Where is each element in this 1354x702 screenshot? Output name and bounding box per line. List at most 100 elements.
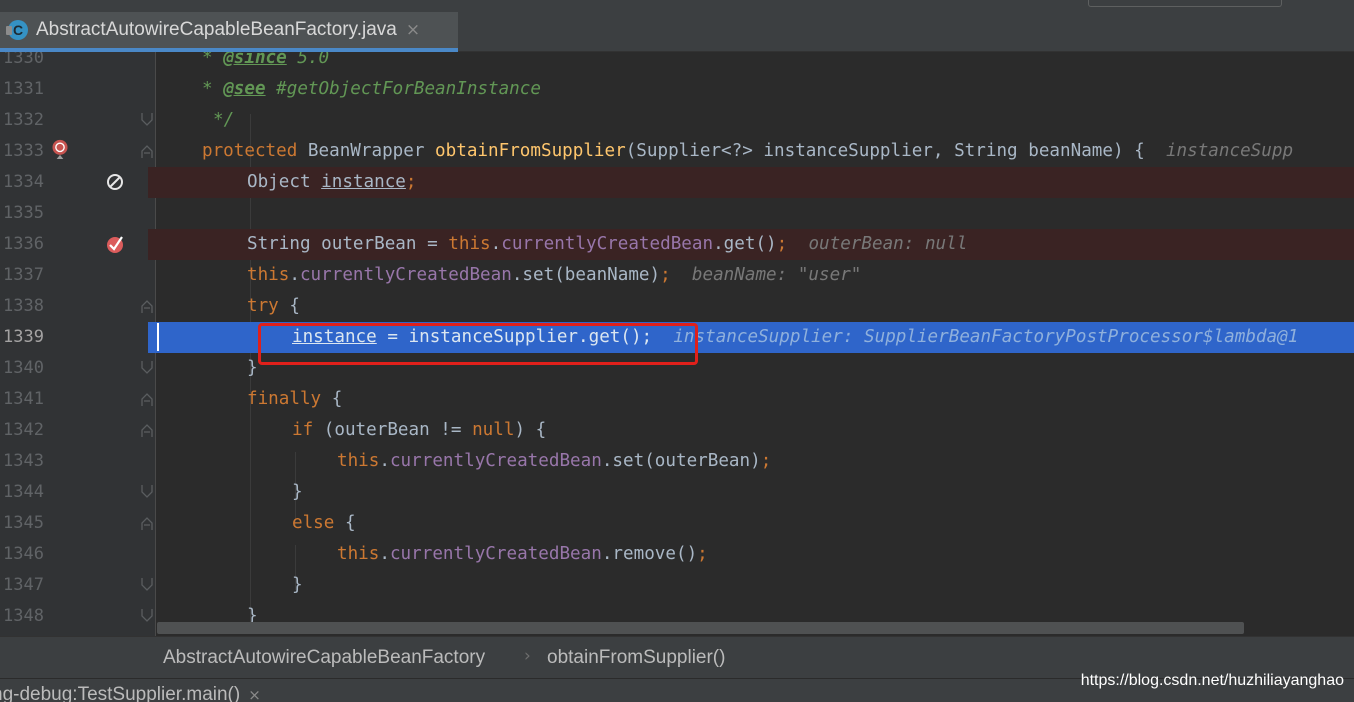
- line-number: 1336: [3, 234, 44, 254]
- field-name: currentlyCreatedBean: [501, 234, 714, 254]
- comment-text: 5.0: [286, 52, 330, 68]
- line-number: 1340: [3, 358, 44, 378]
- line-number: 1334: [3, 172, 44, 192]
- code-line-1341[interactable]: 1341 finally {: [0, 384, 1354, 415]
- semicolon: ;: [776, 234, 788, 254]
- line-number: 1341: [3, 389, 44, 409]
- code-line-1336[interactable]: 1336 String outerBean = this.currentlyCr…: [0, 229, 1354, 260]
- comment-text: */: [213, 110, 235, 130]
- code-line-1331[interactable]: 1331 * @see #getObjectForBeanInstance: [0, 74, 1354, 105]
- keyword: if: [292, 420, 314, 440]
- text-caret: [157, 323, 159, 351]
- code-line-1333[interactable]: 1333 protected BeanWrapper obtainFromSup…: [0, 136, 1354, 167]
- keyword: try: [247, 296, 279, 316]
- fold-start-icon[interactable]: [140, 143, 154, 159]
- code-token: .set(beanName): [511, 265, 661, 285]
- code-text: this.currentlyCreatedBean.remove();: [337, 539, 708, 570]
- code-text: * @see #getObjectForBeanInstance: [202, 74, 541, 105]
- keyword: this: [247, 265, 290, 285]
- code-token: {: [278, 296, 300, 316]
- fold-start-icon[interactable]: [140, 391, 154, 407]
- code-text: * @since 5.0: [202, 52, 329, 74]
- inline-debug-hint: outerBean: null: [808, 234, 968, 254]
- code-token: Object: [247, 172, 322, 192]
- code-text: protected BeanWrapper obtainFromSupplier…: [202, 136, 1293, 167]
- breadcrumb-method[interactable]: obtainFromSupplier(): [547, 647, 725, 669]
- code-line-1334[interactable]: 1334 Object instance;: [0, 167, 1354, 198]
- disabled-breakpoint-icon[interactable]: [105, 172, 125, 192]
- tab-close-icon[interactable]: ×: [406, 20, 420, 40]
- comment-text: #getObjectForBeanInstance: [265, 79, 541, 99]
- fold-end-icon[interactable]: [140, 112, 154, 128]
- code-line-1345[interactable]: 1345 else {: [0, 508, 1354, 539]
- code-text: }: [247, 353, 258, 384]
- inline-debug-hint: instanceSupplier: SupplierBeanFactoryPos…: [673, 327, 1299, 347]
- code-line-1332[interactable]: 1332 */: [0, 105, 1354, 136]
- inline-debug-hint: beanName: "user": [691, 265, 862, 285]
- code-line-1344[interactable]: 1344 }: [0, 477, 1354, 508]
- line-number: 1343: [3, 451, 44, 471]
- code-token: .: [490, 234, 502, 254]
- code-line-1335[interactable]: 1335: [0, 198, 1354, 229]
- comment-text: *: [202, 52, 224, 68]
- code-line-1343[interactable]: 1343 this.currentlyCreatedBean.set(outer…: [0, 446, 1354, 477]
- debug-session-tab[interactable]: ng-debug:TestSupplier.main() ×: [0, 684, 261, 702]
- fold-end-icon[interactable]: [140, 608, 154, 624]
- line-number: 1345: [3, 513, 44, 533]
- debug-session-label: ng-debug:TestSupplier.main(): [0, 684, 241, 702]
- code-text: Object instance;: [247, 167, 417, 198]
- code-editor[interactable]: 1330 * @since 5.0 1331 * @see #getObject…: [0, 52, 1354, 636]
- code-token: (outerBean !=: [313, 420, 473, 440]
- line-number: 1331: [3, 79, 44, 99]
- code-line-1338[interactable]: 1338 try {: [0, 291, 1354, 322]
- field-name: currentlyCreatedBean: [389, 451, 602, 471]
- fold-start-icon[interactable]: [140, 515, 154, 531]
- fold-end-icon[interactable]: [140, 360, 154, 376]
- code-line-1342[interactable]: 1342 if (outerBean != null) {: [0, 415, 1354, 446]
- line-number: 1337: [3, 265, 44, 285]
- breadcrumb-separator-icon: ›: [524, 646, 531, 666]
- annotation-highlight-box: [258, 323, 698, 365]
- inline-debug-hint: instanceSupp: [1165, 141, 1294, 161]
- code-token: (Supplier<?> instanceSupplier, String be…: [625, 141, 1145, 161]
- keyword: else: [292, 513, 335, 533]
- editor-tab-bar: C AbstractAutowireCapableBeanFactory.jav…: [0, 0, 1354, 52]
- code-text: else {: [292, 508, 356, 539]
- toolbar-search-box[interactable]: [1088, 0, 1282, 7]
- breakpoint-verified-icon[interactable]: [105, 234, 125, 254]
- code-line-1346[interactable]: 1346 this.currentlyCreatedBean.remove();: [0, 539, 1354, 570]
- tab-abstract-autowire-capable-bean-factory[interactable]: C AbstractAutowireCapableBeanFactory.jav…: [0, 12, 458, 52]
- line-number: 1348: [3, 606, 44, 626]
- code-line-1337[interactable]: 1337 this.currentlyCreatedBean.set(beanN…: [0, 260, 1354, 291]
- code-line-1347[interactable]: 1347 }: [0, 570, 1354, 601]
- code-line-1330[interactable]: 1330 * @since 5.0: [0, 52, 1354, 74]
- field-name: currentlyCreatedBean: [299, 265, 512, 285]
- code-text: finally {: [247, 384, 342, 415]
- comment-text: *: [202, 79, 224, 99]
- code-token: .: [379, 544, 390, 564]
- code-token: }: [292, 575, 303, 595]
- method-breakpoint-icon[interactable]: [50, 139, 70, 159]
- debug-tab-close-icon[interactable]: ×: [248, 686, 261, 702]
- fold-end-icon[interactable]: [140, 577, 154, 593]
- line-number: 1333: [3, 141, 44, 161]
- fold-end-icon[interactable]: [140, 484, 154, 500]
- code-token: BeanWrapper: [297, 141, 436, 161]
- java-class-icon: C: [6, 20, 28, 40]
- code-token: }: [247, 358, 258, 378]
- code-text: if (outerBean != null) {: [292, 415, 546, 446]
- horizontal-scrollbar[interactable]: [157, 622, 1244, 634]
- semicolon: ;: [405, 172, 417, 192]
- fold-start-icon[interactable]: [140, 298, 154, 314]
- line-number: 1330: [3, 52, 44, 68]
- fold-start-icon[interactable]: [140, 422, 154, 438]
- breadcrumb-class[interactable]: AbstractAutowireCapableBeanFactory: [163, 647, 485, 669]
- code-token: .: [379, 451, 390, 471]
- line-number: 1344: [3, 482, 44, 502]
- field-name: currentlyCreatedBean: [389, 544, 602, 564]
- line-number: 1339: [3, 327, 44, 347]
- method-name: obtainFromSupplier: [435, 141, 626, 161]
- semicolon: ;: [760, 451, 772, 471]
- code-token: .set(outerBean): [601, 451, 761, 471]
- code-text: this.currentlyCreatedBean.set(beanName);…: [247, 260, 861, 291]
